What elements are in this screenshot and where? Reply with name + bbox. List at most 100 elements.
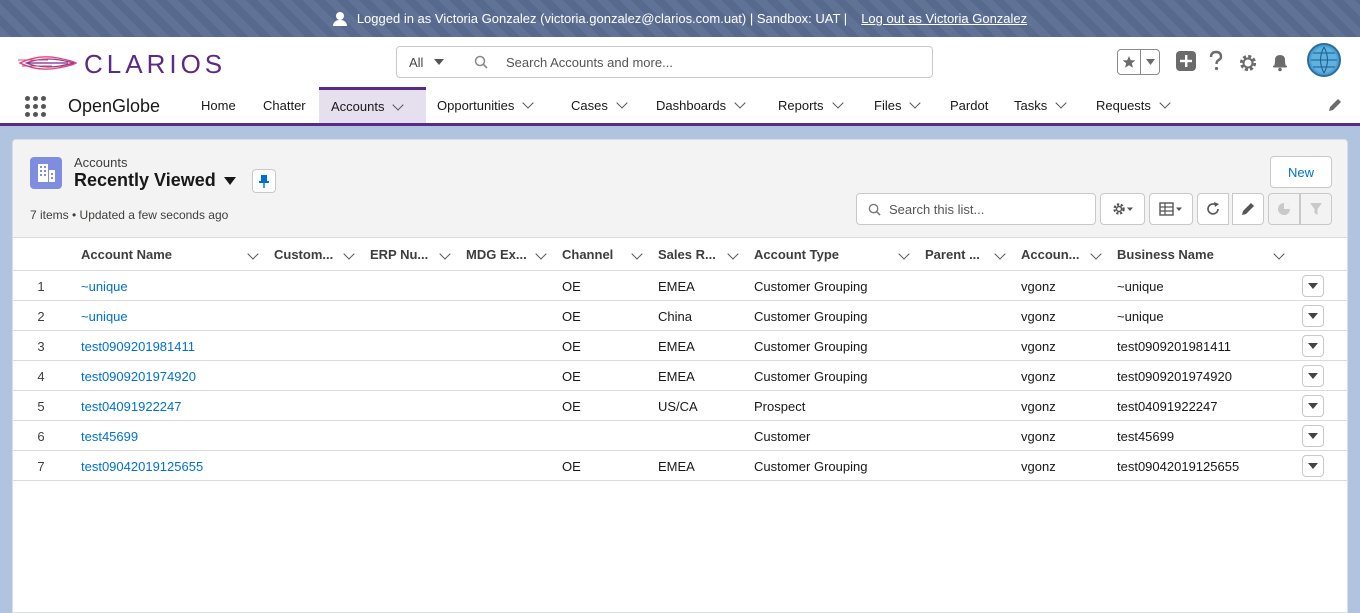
pin-list-button[interactable] <box>252 169 276 193</box>
edit-list-button[interactable] <box>1232 193 1264 225</box>
chevron-down-icon[interactable] <box>1273 248 1285 260</box>
tab-files[interactable]: Files <box>874 87 922 123</box>
chevron-down-icon[interactable] <box>631 248 643 260</box>
favorites-button[interactable] <box>1117 49 1160 75</box>
table-row: 3 test0909201981411 OE EMEA Customer Gro… <box>13 331 1347 361</box>
owner-cell: vgonz <box>1021 278 1056 294</box>
row-actions-button[interactable] <box>1302 425 1324 447</box>
row-number: 1 <box>37 278 45 294</box>
account-type-cell: Customer Grouping <box>754 308 868 324</box>
global-search-input[interactable]: Search Accounts and more... <box>454 46 933 78</box>
refresh-button[interactable] <box>1197 193 1229 225</box>
star-icon[interactable] <box>1118 50 1142 74</box>
tab-label: Files <box>874 97 902 113</box>
row-actions-button[interactable] <box>1302 455 1324 477</box>
chevron-down-icon[interactable] <box>1090 248 1102 260</box>
col-account-owner[interactable]: Accoun... <box>1021 238 1102 271</box>
chevron-down-icon[interactable] <box>535 248 547 260</box>
column-label: MDG Ex... <box>466 247 527 262</box>
chevron-down-icon[interactable] <box>831 97 844 109</box>
business-name-cell: ~unique <box>1117 308 1164 324</box>
new-button[interactable]: New <box>1270 156 1332 188</box>
chevron-down-icon[interactable] <box>1141 50 1159 74</box>
chevron-down-icon[interactable] <box>734 97 746 109</box>
chevron-down-icon[interactable] <box>1159 97 1171 109</box>
chevron-down-icon[interactable] <box>247 248 259 260</box>
chevron-down-icon[interactable] <box>898 248 910 260</box>
col-customer[interactable]: Custom... <box>274 238 355 271</box>
chart-button[interactable] <box>1268 193 1300 225</box>
clarios-logo[interactable]: CLARIOS <box>18 46 222 79</box>
account-name-link[interactable]: test04091922247 <box>81 391 181 421</box>
avatar[interactable] <box>1307 43 1341 77</box>
sales-region-cell: EMEA <box>658 278 695 294</box>
account-name-link[interactable]: ~unique <box>81 271 128 301</box>
chevron-down-icon <box>1308 313 1318 319</box>
col-channel[interactable]: Channel <box>562 238 643 271</box>
chevron-down-icon[interactable] <box>522 97 534 109</box>
col-parent[interactable]: Parent ... <box>925 238 1006 271</box>
chevron-down-icon[interactable] <box>392 98 405 111</box>
business-name-cell: test09042019125655 <box>1117 458 1240 474</box>
tab-dashboards[interactable]: Dashboards <box>656 87 746 123</box>
account-name-link[interactable]: test09042019125655 <box>81 451 203 481</box>
row-number: 4 <box>37 368 45 384</box>
row-actions-button[interactable] <box>1302 305 1324 327</box>
list-search-input[interactable]: Search this list... <box>856 193 1096 225</box>
filter-button[interactable] <box>1300 193 1332 225</box>
chevron-down-icon[interactable] <box>1055 97 1067 109</box>
tab-home[interactable]: Home <box>201 87 236 123</box>
account-name-link[interactable]: test0909201974920 <box>81 361 196 391</box>
row-number: 5 <box>37 398 45 414</box>
help-icon[interactable] <box>1207 50 1225 72</box>
display-as-button[interactable] <box>1149 193 1193 225</box>
global-header: CLARIOS All Search Accounts and more... <box>0 37 1360 87</box>
row-actions-button[interactable] <box>1302 275 1324 297</box>
search-icon <box>868 203 881 216</box>
column-label: Parent ... <box>925 247 980 262</box>
tab-pardot[interactable]: Pardot <box>950 87 988 123</box>
list-settings-button[interactable] <box>1100 193 1145 225</box>
row-actions-button[interactable] <box>1302 395 1324 417</box>
col-sales-region[interactable]: Sales R... <box>658 238 739 271</box>
search-scope-select[interactable]: All <box>396 46 455 78</box>
tab-label: Accounts <box>331 99 385 114</box>
col-account-name[interactable]: Account Name <box>81 238 259 271</box>
tab-reports[interactable]: Reports <box>778 87 844 123</box>
app-launcher-icon[interactable] <box>25 96 47 118</box>
row-number: 2 <box>37 308 45 324</box>
chevron-down-icon <box>1308 433 1318 439</box>
tab-cases[interactable]: Cases <box>571 87 628 123</box>
tab-opportunities[interactable]: Opportunities <box>437 87 534 123</box>
chevron-down-icon[interactable] <box>727 248 739 260</box>
row-actions-button[interactable] <box>1302 335 1324 357</box>
col-erp-number[interactable]: ERP Nu... <box>370 238 451 271</box>
account-name-link[interactable]: test0909201981411 <box>81 331 195 361</box>
chevron-down-icon[interactable] <box>909 97 922 109</box>
logout-link[interactable]: Log out as Victoria Gonzalez <box>861 11 1027 26</box>
list-view-picker-icon[interactable] <box>224 177 236 185</box>
chevron-down-icon[interactable] <box>439 248 451 260</box>
chevron-down-icon <box>1308 343 1318 349</box>
tab-requests[interactable]: Requests <box>1096 87 1171 123</box>
column-label: Account Name <box>81 247 173 262</box>
row-actions-button[interactable] <box>1302 365 1324 387</box>
tab-tasks[interactable]: Tasks <box>1014 87 1067 123</box>
gear-icon[interactable] <box>1238 53 1258 73</box>
table-row: 2 ~unique OE China Customer Grouping vgo… <box>13 301 1347 331</box>
add-icon[interactable] <box>1175 50 1197 72</box>
account-name-link[interactable]: ~unique <box>81 301 128 331</box>
col-mdg-external[interactable]: MDG Ex... <box>466 238 547 271</box>
chevron-down-icon[interactable] <box>616 97 628 109</box>
col-business-name[interactable]: Business Name <box>1117 238 1285 271</box>
tab-chatter[interactable]: Chatter <box>263 87 306 123</box>
account-name-link[interactable]: test45699 <box>81 421 138 451</box>
edit-nav-icon[interactable] <box>1328 98 1342 112</box>
list-view-name[interactable]: Recently Viewed <box>74 170 216 191</box>
pin-icon <box>259 175 269 188</box>
bell-icon[interactable] <box>1270 52 1290 72</box>
chevron-down-icon[interactable] <box>994 248 1006 260</box>
tab-accounts[interactable]: Accounts <box>319 87 426 123</box>
col-account-type[interactable]: Account Type <box>754 238 910 271</box>
chevron-down-icon[interactable] <box>343 248 355 260</box>
